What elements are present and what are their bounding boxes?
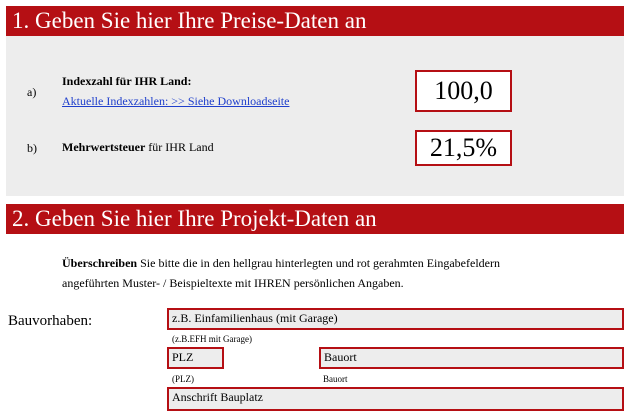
project-type-input[interactable]: z.B. Einfamilienhaus (mit Garage) bbox=[167, 308, 624, 330]
row-b-letter: b) bbox=[27, 141, 37, 155]
index-value-field[interactable]: 100,0 bbox=[415, 70, 512, 112]
plz-hint: (PLZ) bbox=[172, 374, 194, 384]
plz-input[interactable]: PLZ bbox=[167, 347, 224, 369]
address-input[interactable]: Anschrift Bauplatz bbox=[167, 387, 624, 411]
download-link[interactable]: Aktuelle Indexzahlen: >> Siehe Downloads… bbox=[62, 94, 289, 109]
index-label: Indexzahl für IHR Land: bbox=[62, 74, 192, 88]
section2-header: 2. Geben Sie hier Ihre Projekt-Daten an bbox=[6, 204, 624, 234]
vat-value-field[interactable]: 21,5% bbox=[415, 130, 512, 166]
bauort-input[interactable]: Bauort bbox=[319, 347, 624, 369]
bauort-hint: Bauort bbox=[323, 374, 348, 384]
row-a-letter: a) bbox=[27, 85, 37, 99]
instructions-text: Überschreiben Sie bitte die in den hellg… bbox=[62, 256, 500, 290]
bauvorhaben-label: Bauvorhaben: bbox=[8, 313, 93, 329]
vat-label: Mehrwertsteuer für IHR Land bbox=[62, 140, 214, 154]
section1-header: 1. Geben Sie hier Ihre Preise-Daten an bbox=[6, 6, 624, 36]
project-type-hint: (z.B.EFH mit Garage) bbox=[172, 334, 252, 344]
price-data-panel bbox=[6, 36, 624, 196]
